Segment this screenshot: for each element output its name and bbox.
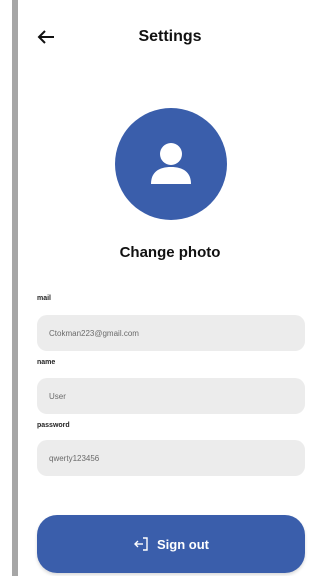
name-field[interactable]: [37, 378, 305, 414]
header: Settings: [0, 20, 317, 54]
sign-out-label: Sign out: [157, 536, 209, 552]
user-icon: [151, 143, 191, 184]
settings-screen: Settings Change photo mail name password…: [0, 0, 317, 576]
name-label: name: [37, 359, 56, 366]
sign-out-button[interactable]: Sign out: [37, 515, 305, 573]
page-title: Settings: [138, 28, 202, 45]
mail-field[interactable]: [37, 315, 305, 351]
mail-label: mail: [37, 295, 52, 302]
window-edge-bar: [12, 0, 18, 576]
change-photo-link[interactable]: Change photo: [0, 244, 320, 261]
password-label: password: [37, 422, 70, 429]
password-field[interactable]: [37, 440, 305, 476]
avatar[interactable]: [115, 108, 227, 220]
sign-out-icon: [134, 537, 148, 551]
